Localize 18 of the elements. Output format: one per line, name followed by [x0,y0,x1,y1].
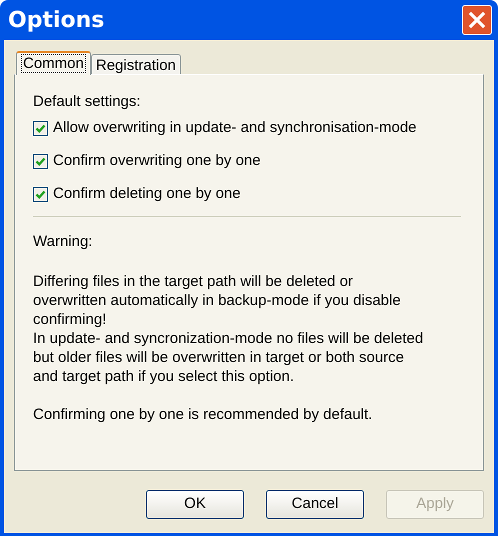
window-title: Options [8,6,104,34]
checkbox-label[interactable]: Allow overwriting in update- and synchronisation-mode [53,116,417,140]
checkbox[interactable] [33,154,48,168]
tab[interactable]: Registration [90,54,181,75]
dialog-button[interactable]: OK [146,490,244,519]
tab[interactable]: Common [16,51,91,75]
section-heading: Default settings: [33,92,142,111]
close-button[interactable] [462,5,492,35]
warning-text: Differing files in the target path will be deleted or overwritten automatically in backup-mode if you disable confirming! [33,272,402,328]
checkbox[interactable] [33,120,48,136]
recommendation-text: Confirming one by one is recommended by default. [33,404,374,424]
checkbox-label[interactable]: Confirm overwriting one by one [53,150,261,172]
checkbox[interactable] [33,186,48,202]
section-heading: Warning: [33,232,94,252]
dialog-button[interactable]: Cancel [266,490,364,519]
checkbox-label[interactable]: Confirm deleting one by one [53,182,241,206]
close-icon [468,11,486,29]
warning-text: In update- and syncronization-mode no files will be deleted but older files will be overwritten in target or both source and target path if you select this option. [33,328,424,386]
